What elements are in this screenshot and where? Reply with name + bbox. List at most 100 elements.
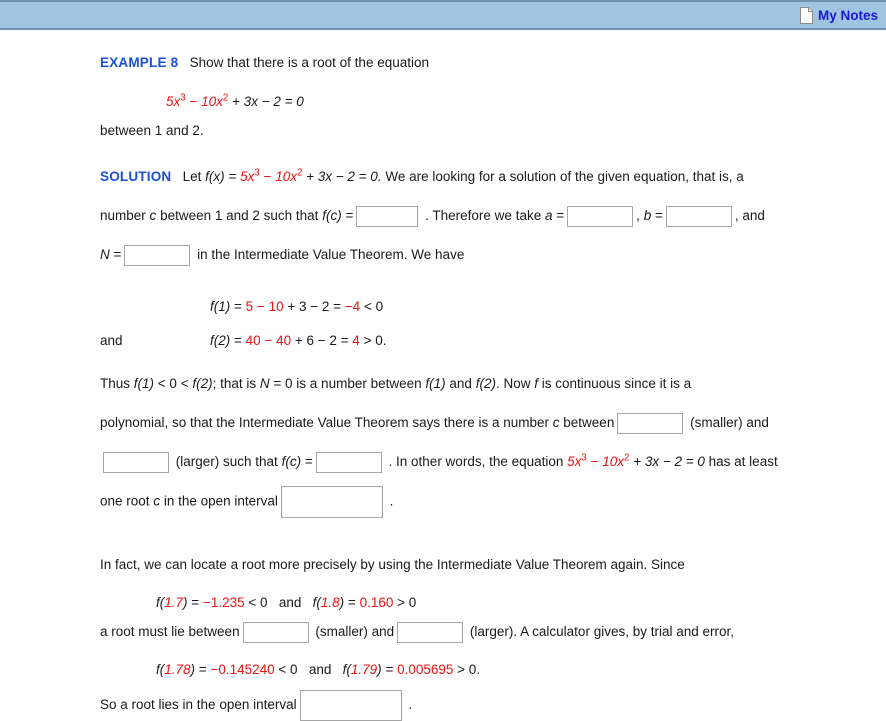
input-root-smaller[interactable]	[242, 621, 309, 643]
my-notes-button[interactable]: My Notes	[799, 6, 878, 24]
example-label: EXAMPLE 8	[100, 55, 179, 70]
thus-f3: f(1)	[425, 376, 446, 391]
thus-eq-remainder: + 3x − 2 = 0	[633, 454, 705, 469]
document-icon	[799, 6, 813, 24]
input-root-larger[interactable]	[397, 621, 464, 643]
solution-equals-2: =	[345, 208, 354, 223]
thus-now: . Now	[495, 376, 531, 391]
eval-18-fopen: f(	[312, 595, 321, 610]
eq-term-1-exponent: 3	[180, 92, 186, 104]
thus-line-2: polynomial, so that the Intermediate Val…	[100, 408, 868, 437]
solution-line-2: number c between 1 and 2 such that f(c) …	[100, 201, 868, 230]
input-interval-2[interactable]	[299, 690, 402, 721]
thus-fc: f(c)	[281, 454, 302, 469]
solution-ivt-text: in the Intermediate Value Theorem. We ha…	[197, 247, 465, 262]
eval-178-compare: < 0	[278, 662, 298, 677]
solution-line-1: SOLUTION Let f(x) = 5x3 − 10x2 + 3x − 2 …	[100, 162, 868, 191]
solution-line-3: N = in the Intermediate Value Theorem. W…	[100, 240, 868, 269]
eval-f2-red-1: 40 − 40	[245, 333, 292, 348]
input-b-value[interactable]	[665, 205, 732, 227]
my-notes-label: My Notes	[817, 7, 878, 23]
thus-line-4: one root c in the open interval .	[100, 486, 868, 518]
thus-thatis: ; that is	[212, 376, 257, 391]
eq-term-2: 10x	[201, 94, 223, 109]
thus-equals: =	[304, 454, 313, 469]
eq-term-2-exponent: 2	[222, 92, 229, 104]
eval-178-equals: =	[198, 662, 207, 677]
thus-inequality: < 0 <	[157, 376, 189, 391]
solution-fx: f(x)	[205, 169, 225, 184]
eval-179-compare: > 0.	[457, 662, 481, 677]
input-a-value[interactable]	[567, 205, 634, 227]
solution-fc: f(c)	[322, 208, 342, 223]
thus-f-symbol: f	[534, 376, 538, 391]
thus-var-c: c	[552, 415, 560, 430]
solution-comma-1: ,	[636, 208, 640, 223]
eval-18-compare: > 0	[397, 595, 417, 610]
top-toolbar: My Notes	[0, 0, 886, 30]
infact-evaluations-row-1: f(1.7) = −1.235 < 0 and f(1.8) = 0.160 >…	[100, 589, 868, 617]
thus-inotherwords: In other words, the equation	[396, 454, 564, 469]
thus-smaller-label: (smaller) and	[690, 415, 769, 430]
eval-f1-red-1: 5 − 10	[245, 299, 284, 314]
solution-eq-term-2-exponent: 2	[296, 167, 303, 179]
eval-f2-black-1: + 6 − 2 =	[294, 333, 349, 348]
eq-operator-1: −	[189, 94, 198, 109]
eval-17-arg: 1.7	[164, 595, 184, 610]
infact-joiner-2: and	[308, 662, 332, 677]
input-interval-1[interactable]	[280, 486, 383, 518]
infact-evaluations-row-2: f(1.78) = −0.145240 < 0 and f(1.79) = 0.…	[100, 656, 868, 684]
eval-18-equals: =	[347, 595, 356, 610]
input-fc-value[interactable]	[356, 205, 419, 227]
thus-oneroot: one root	[100, 493, 150, 509]
thus-f2: f(2)	[192, 376, 213, 391]
solution-period-1: .	[425, 208, 429, 223]
eval-18-arg: 1.8	[320, 595, 340, 610]
eval-17-compare: < 0	[248, 595, 268, 610]
input-fc-result[interactable]	[315, 451, 382, 473]
thus-line-3: (larger) such that f(c) = . In other wor…	[100, 447, 868, 476]
example-equation: 5x3 − 10x2 + 3x − 2 = 0	[100, 88, 868, 116]
thus-and: and	[449, 376, 472, 391]
thus-f4: f(2)	[475, 376, 496, 391]
solution-var-a: a	[544, 208, 553, 223]
input-N-value[interactable]	[124, 244, 191, 266]
eval-17-fclose: )	[183, 595, 188, 610]
input-c-smaller[interactable]	[617, 412, 684, 434]
solution-eq-term-1-exponent: 3	[254, 167, 260, 179]
eval-179-equals: =	[385, 662, 394, 677]
solution-let: Let	[182, 169, 202, 184]
solution-label: SOLUTION	[100, 169, 172, 184]
eval-f1-name: f(1)	[210, 299, 231, 314]
eval-18-fclose: )	[339, 595, 345, 610]
solution-therefore-text: Therefore we take	[432, 208, 542, 223]
thus-eq-term-1: 5x	[567, 454, 582, 469]
example-prompt-line: EXAMPLE 8 Show that there is a root of t…	[100, 48, 868, 78]
evaluation-f2-row: and f(2) = 40 − 40 + 6 − 2 = 4 > 0.	[100, 327, 868, 355]
eq-term-1: 5x	[166, 94, 181, 109]
infact-final-text: So a root lies in the open interval	[100, 697, 297, 713]
eval-17-fopen: f(	[156, 595, 165, 610]
thus-between-word: between	[563, 415, 615, 430]
eq-remainder: + 3x − 2 = 0	[232, 94, 304, 109]
solution-var-c: c	[149, 208, 157, 223]
thus-period: .	[388, 454, 393, 469]
solution-eq-term-1: 5x	[240, 169, 255, 184]
infact-final-period: .	[408, 697, 413, 713]
solution-var-N: N	[100, 247, 110, 262]
solution-comma-2: , and	[734, 208, 765, 223]
thus-polynomial-text: polynomial, so that the Intermediate Val…	[100, 415, 549, 430]
input-c-larger[interactable]	[103, 451, 169, 473]
thus-f1: f(1)	[133, 376, 155, 391]
eval-179-arg: 1.79	[350, 662, 378, 677]
example-prompt-text: Show that there is a root of the equatio…	[189, 55, 430, 70]
eval-f1-equals: =	[234, 299, 242, 314]
solution-equals-1: =	[228, 169, 237, 184]
eval-179-fclose: )	[377, 662, 382, 677]
eval-f1-black-1: + 3 − 2 =	[287, 299, 342, 314]
eval-f2-black-2: > 0.	[363, 333, 387, 348]
solution-between-text: between 1 and 2 such that	[160, 208, 319, 223]
solution-number-word: number	[100, 208, 146, 223]
solution-equals-3: =	[556, 208, 565, 223]
eval-178-fclose: )	[190, 662, 196, 677]
